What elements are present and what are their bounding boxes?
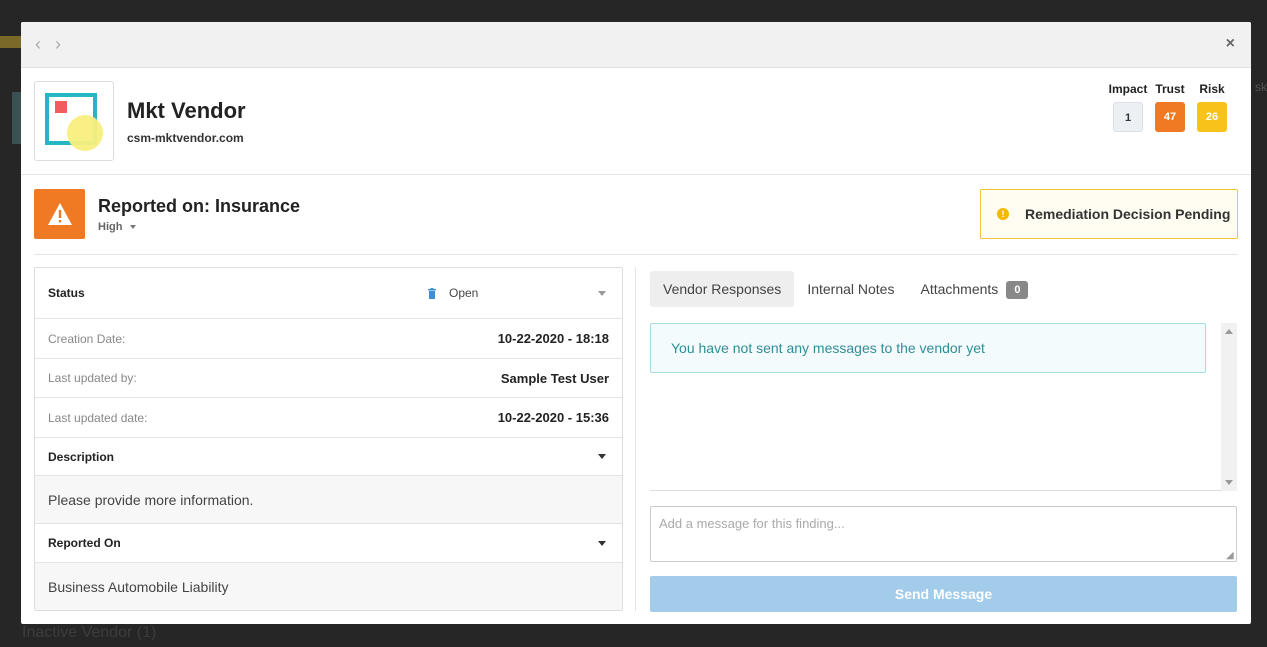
status-row: Status Open — [35, 268, 622, 319]
message-scrollbar[interactable] — [1221, 323, 1237, 491]
vendor-domain: csm-mktvendor.com — [127, 131, 244, 145]
risk-value: 26 — [1197, 102, 1227, 132]
impact-score: Impact 1 — [1107, 82, 1149, 132]
description-label: Description — [48, 449, 115, 464]
backdrop-banner — [0, 36, 22, 48]
trust-score: Trust 47 — [1149, 82, 1191, 132]
last-updated-date-row: Last updated date: 10-22-2020 - 15:36 — [35, 398, 622, 438]
vendor-name: Mkt Vendor — [127, 98, 246, 123]
creation-date-value: 10-22-2020 - 18:18 — [497, 331, 609, 346]
status-label: Status — [48, 286, 85, 300]
warning-triangle-icon — [47, 203, 72, 225]
chevron-down-icon — [129, 225, 136, 230]
last-updated-date-label: Last updated date: — [48, 410, 148, 425]
empty-messages-notice: You have not sent any messages to the ve… — [650, 323, 1206, 373]
last-updated-by-value: Sample Test User — [500, 370, 609, 386]
vendor-logo — [34, 81, 114, 161]
chevron-down-icon[interactable] — [598, 290, 606, 296]
panel-divider — [635, 267, 636, 611]
description-header[interactable]: Description — [35, 438, 622, 476]
severity-dropdown[interactable]: High — [98, 221, 136, 233]
risk-score: Risk 26 — [1191, 82, 1233, 132]
tab-attachments-label: Attachments — [920, 281, 999, 297]
remediation-status-text: Remediation Decision Pending — [1025, 206, 1231, 222]
send-message-button[interactable]: Send Message — [650, 576, 1237, 612]
reported-on-label: Reported On — [48, 536, 121, 550]
finding-details-panel: Status Open Creation Date: 10-22-2020 - … — [34, 267, 623, 611]
tab-internal-notes[interactable]: Internal Notes — [794, 271, 907, 307]
impact-label: Impact — [1108, 82, 1148, 96]
finding-title: Reported on: Insurance — [98, 196, 301, 216]
reported-on-body: Business Automobile Liability — [35, 563, 622, 610]
close-icon[interactable]: × — [1226, 35, 1235, 53]
vendor-logo-graphic — [45, 93, 103, 151]
severity-label: High — [98, 221, 123, 233]
resize-handle-icon[interactable]: ◢ — [1226, 550, 1234, 561]
message-list[interactable]: You have not sent any messages to the ve… — [650, 323, 1237, 491]
tab-attachments[interactable]: Attachments 0 — [907, 271, 1041, 307]
backdrop-section-title: Inactive Vendor (1) — [22, 624, 157, 641]
score-group: Impact 1 Trust 47 Risk 26 — [1107, 82, 1233, 132]
exclamation-icon: ! — [997, 208, 1009, 220]
reported-on-text: Business Automobile Liability — [48, 578, 229, 595]
last-updated-by-label: Last updated by: — [48, 371, 137, 385]
tab-vendor-responses[interactable]: Vendor Responses — [650, 271, 795, 307]
status-select[interactable]: Open — [427, 286, 478, 300]
scroll-up-icon[interactable] — [1225, 329, 1233, 334]
last-updated-date-value: 10-22-2020 - 15:36 — [497, 410, 609, 425]
finding-header: Reported on: Insurance High ! Remediatio… — [34, 175, 1238, 255]
chevron-down-icon — [598, 540, 606, 546]
status-value: Open — [449, 286, 479, 300]
trust-value: 47 — [1155, 102, 1185, 132]
description-text: Please provide more information. — [48, 491, 254, 508]
description-body: Please provide more information. — [35, 476, 622, 524]
scroll-down-icon[interactable] — [1225, 480, 1233, 485]
message-tabs: Vendor Responses Internal Notes Attachme… — [650, 271, 1041, 307]
chevron-right-icon[interactable]: › — [55, 35, 61, 53]
chevron-left-icon[interactable]: ‹ — [35, 35, 41, 53]
trust-label: Trust — [1155, 82, 1185, 96]
last-updated-by-row: Last updated by: Sample Test User — [35, 359, 622, 398]
message-input[interactable] — [650, 506, 1237, 562]
modal-header: ‹ › × — [21, 22, 1251, 68]
trash-icon — [428, 287, 436, 299]
chevron-down-icon — [598, 454, 606, 459]
finding-modal: ‹ › × Mkt Vendor csm-mktvendor.com Impac… — [21, 22, 1251, 624]
creation-date-label: Creation Date: — [48, 331, 126, 346]
vendor-header: Mkt Vendor csm-mktvendor.com Impact 1 Tr… — [21, 68, 1251, 175]
warning-icon — [34, 189, 85, 239]
creation-date-row: Creation Date: 10-22-2020 - 18:18 — [35, 319, 622, 359]
impact-value: 1 — [1113, 102, 1143, 132]
attachments-count-badge: 0 — [1006, 281, 1029, 300]
risk-label: Risk — [1199, 82, 1225, 96]
reported-on-header[interactable]: Reported On — [35, 524, 622, 563]
backdrop-column-text: sk — [1255, 80, 1267, 94]
remediation-status-badge: ! Remediation Decision Pending — [980, 189, 1238, 239]
